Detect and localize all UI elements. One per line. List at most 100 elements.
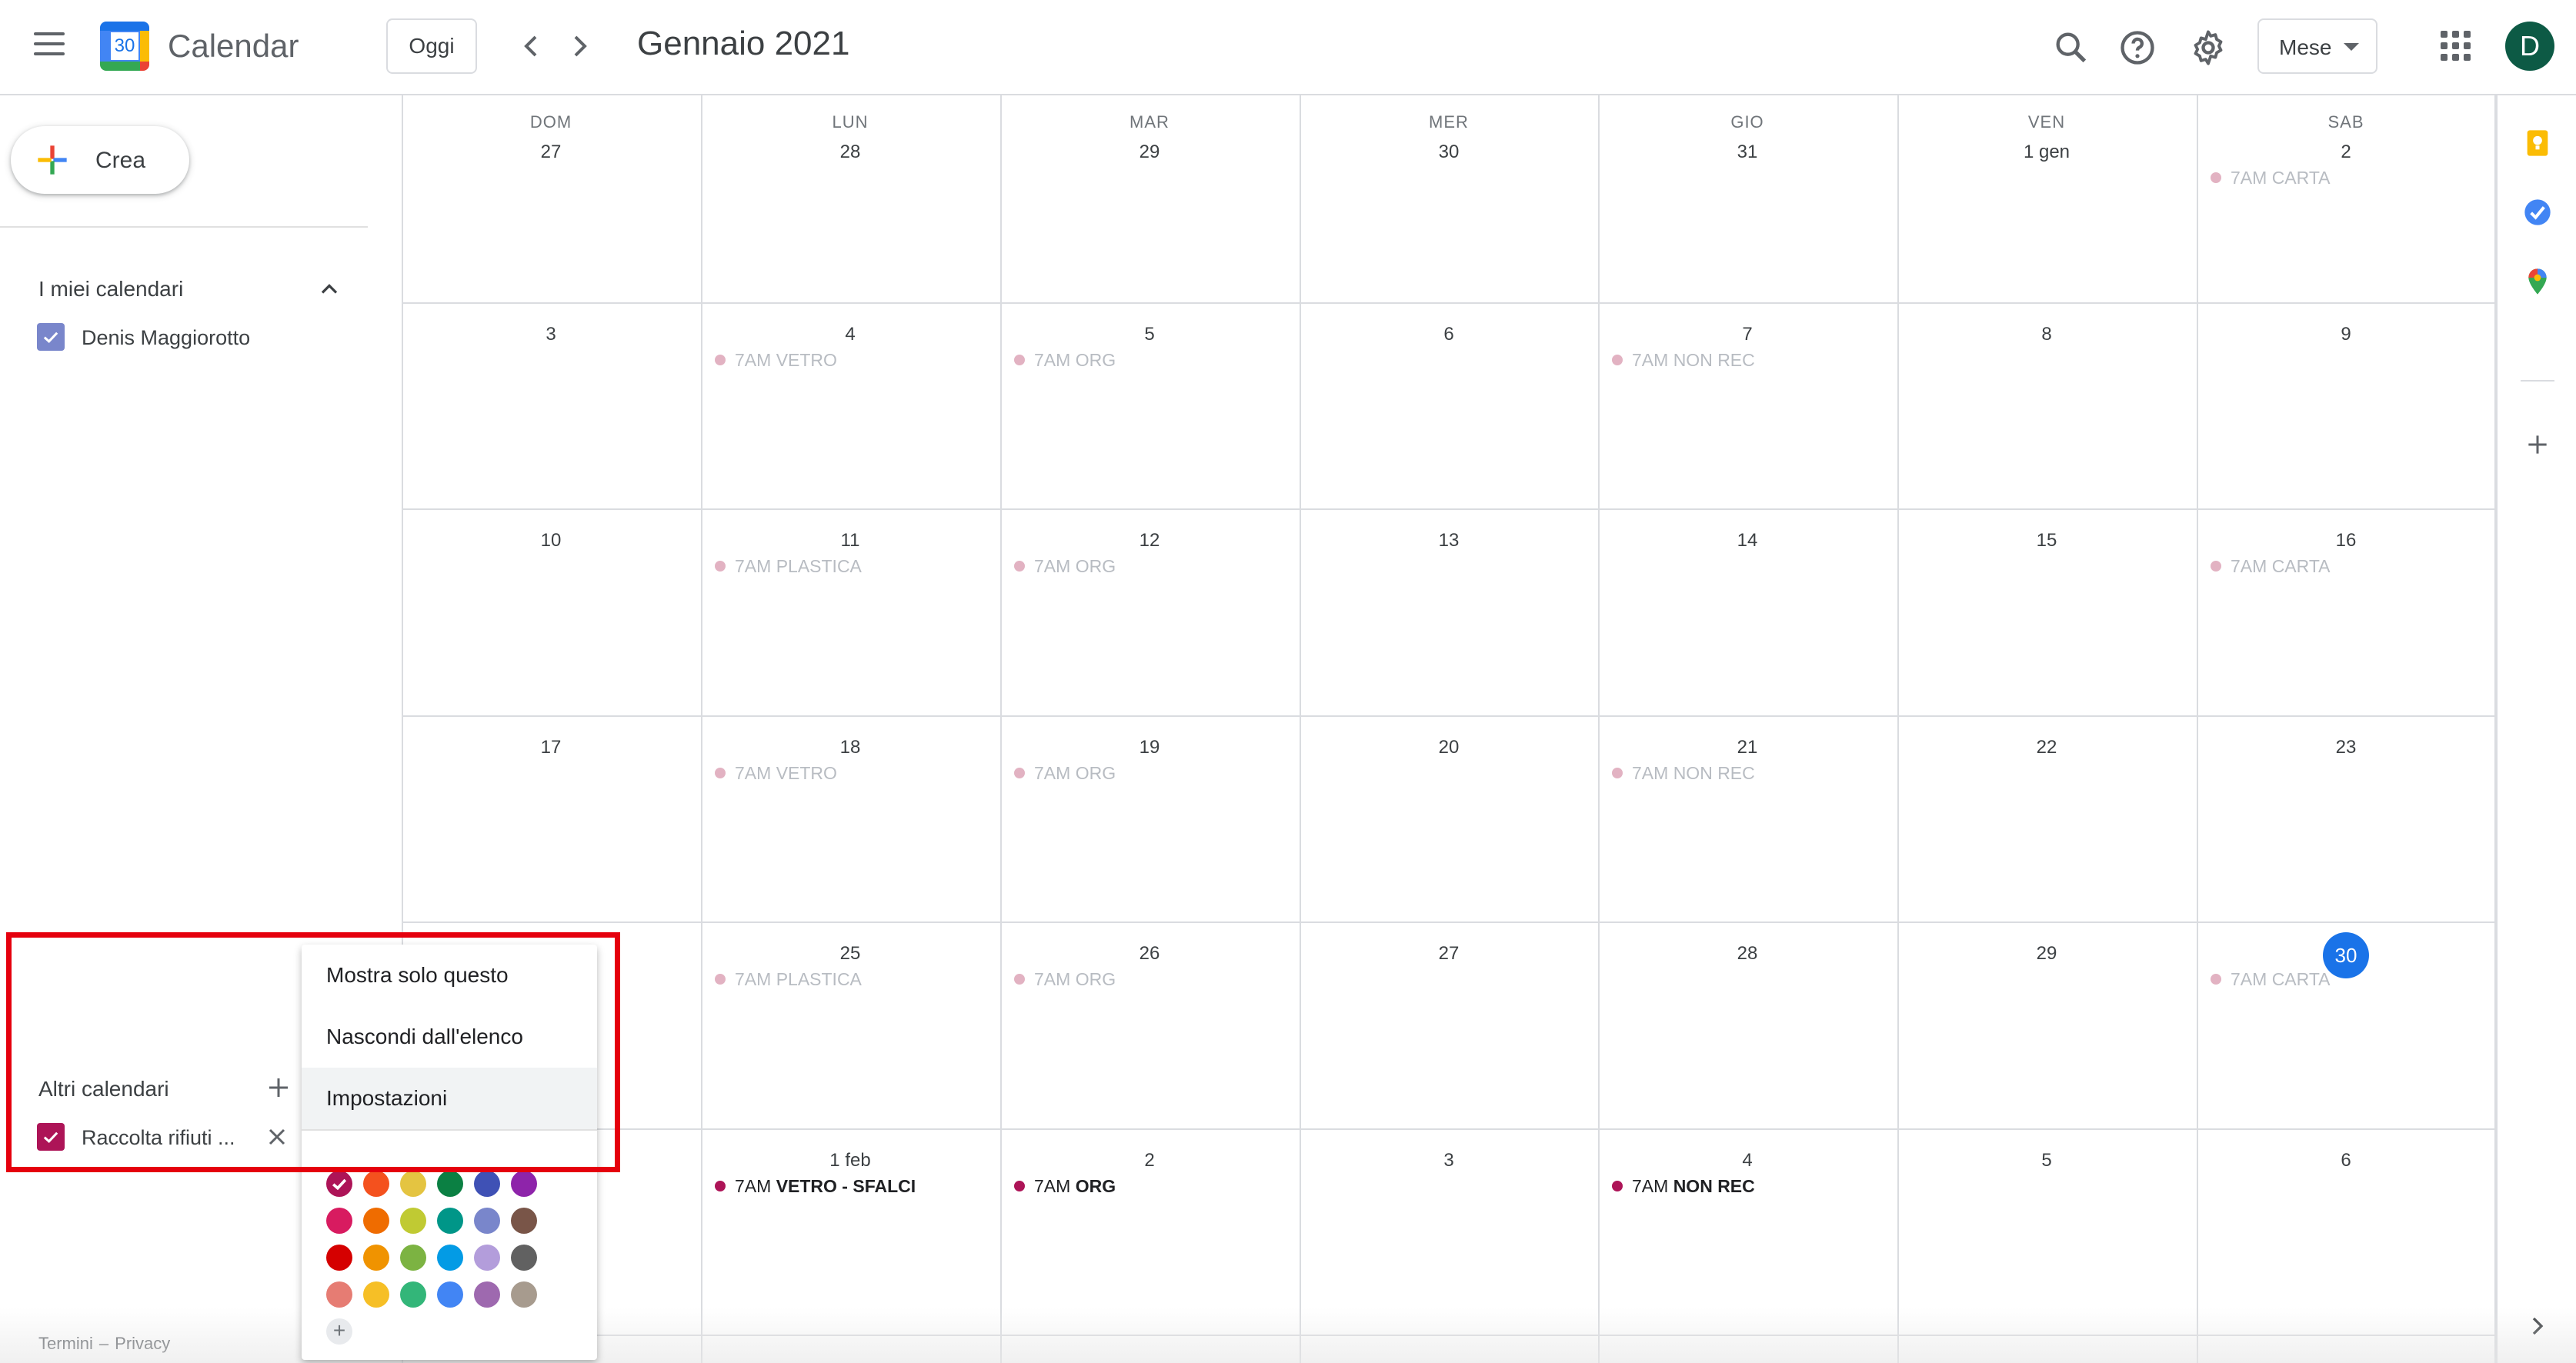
color-swatch[interactable] xyxy=(474,1281,500,1308)
event-chip[interactable]: 7AM VETRO xyxy=(715,763,837,789)
event-chip[interactable]: 7AM CARTA xyxy=(2211,969,2331,995)
color-swatch[interactable] xyxy=(511,1208,537,1234)
event-chip[interactable]: 7AM CARTA xyxy=(2211,168,2331,194)
help-icon[interactable] xyxy=(2117,28,2157,68)
color-swatch[interactable] xyxy=(363,1245,389,1271)
day-cell[interactable]: 5 xyxy=(1897,1128,2196,1335)
day-number[interactable]: 5 xyxy=(1000,324,1299,345)
add-addon-icon[interactable] xyxy=(2522,429,2553,460)
day-cell[interactable]: 25 7AM PLASTICA xyxy=(701,921,999,1128)
day-number[interactable]: 13 xyxy=(1300,530,1598,552)
color-swatch[interactable] xyxy=(437,1171,463,1197)
day-number[interactable]: 25 xyxy=(701,943,999,965)
color-swatch[interactable] xyxy=(326,1281,352,1308)
color-swatch[interactable] xyxy=(437,1245,463,1271)
color-swatch[interactable] xyxy=(326,1171,352,1197)
color-swatch[interactable] xyxy=(363,1281,389,1308)
day-cell[interactable]: 27 xyxy=(1300,921,1598,1128)
day-cell[interactable]: 21 7AM NON REC xyxy=(1598,715,1897,921)
day-cell[interactable]: 23 xyxy=(2197,715,2495,921)
day-number[interactable]: 27 xyxy=(1300,943,1598,965)
day-cell[interactable]: 15 xyxy=(1897,508,2196,715)
color-swatch[interactable] xyxy=(511,1281,537,1308)
day-number[interactable]: 14 xyxy=(1598,530,1897,552)
day-cell[interactable]: 5 7AM ORG xyxy=(1000,302,1299,508)
day-cell[interactable]: 19 7AM ORG xyxy=(1000,715,1299,921)
day-number[interactable]: 4 xyxy=(701,324,999,345)
color-swatch[interactable] xyxy=(474,1245,500,1271)
day-cell[interactable]: 16 7AM CARTA xyxy=(2197,508,2495,715)
day-number[interactable]: 16 xyxy=(2197,530,2495,552)
event-chip[interactable]: 7AM ORG xyxy=(1014,350,1116,376)
day-cell[interactable]: 29 xyxy=(1897,921,2196,1128)
today-button[interactable]: Oggi xyxy=(386,18,477,74)
day-number[interactable]: 10 xyxy=(402,530,700,552)
day-number[interactable]: 29 xyxy=(1000,142,1299,163)
event-chip[interactable]: 7AM NON REC xyxy=(1612,350,1755,376)
color-swatch[interactable] xyxy=(511,1245,537,1271)
day-number[interactable]: 2 xyxy=(1000,1150,1299,1171)
day-number[interactable]: 1 gen xyxy=(1897,142,2196,163)
day-cell[interactable]: VEN 1 gen xyxy=(1897,95,2196,302)
color-swatch[interactable] xyxy=(400,1171,426,1197)
day-cell[interactable]: 28 xyxy=(1598,921,1897,1128)
view-selector[interactable]: Mese xyxy=(2257,18,2377,74)
day-number[interactable]: 5 xyxy=(1897,1150,2196,1171)
color-swatch[interactable] xyxy=(474,1208,500,1234)
day-cell[interactable]: 7 7AM NON REC xyxy=(1598,302,1897,508)
maps-icon[interactable] xyxy=(2522,266,2553,297)
app-title[interactable]: Calendar xyxy=(168,28,299,65)
event-chip[interactable]: 7AM ORG xyxy=(1014,969,1116,995)
event-chip[interactable]: 7AM VETRO - SFALCI xyxy=(715,1176,916,1202)
search-icon[interactable] xyxy=(2051,28,2091,68)
day-number[interactable]: 29 xyxy=(1897,943,2196,965)
day-cell[interactable]: GIO 31 xyxy=(1598,95,1897,302)
color-swatch[interactable] xyxy=(363,1171,389,1197)
day-number[interactable]: 11 xyxy=(701,530,999,552)
account-avatar[interactable]: D xyxy=(2505,22,2554,71)
day-number[interactable]: 30 xyxy=(1300,142,1598,163)
privacy-link[interactable]: Privacy xyxy=(115,1334,170,1353)
day-cell[interactable]: 6 xyxy=(2197,1128,2495,1335)
day-number[interactable]: 18 xyxy=(701,737,999,758)
day-cell[interactable]: 9 xyxy=(2197,302,2495,508)
day-cell[interactable]: 22 xyxy=(1897,715,2196,921)
day-number[interactable]: 1 feb xyxy=(701,1150,999,1171)
day-cell[interactable]: MAR 29 xyxy=(1000,95,1299,302)
chevron-up-icon[interactable] xyxy=(315,275,343,303)
day-cell[interactable]: 26 7AM ORG xyxy=(1000,921,1299,1128)
day-number[interactable]: 28 xyxy=(701,142,999,163)
keep-icon[interactable] xyxy=(2522,128,2553,158)
day-number[interactable]: 19 xyxy=(1000,737,1299,758)
day-cell[interactable]: 3 xyxy=(1300,1128,1598,1335)
my-calendars-title[interactable]: I miei calendari xyxy=(38,277,183,302)
event-chip[interactable]: 7AM PLASTICA xyxy=(715,556,862,582)
day-number[interactable]: 20 xyxy=(1300,737,1598,758)
color-swatch[interactable] xyxy=(326,1245,352,1271)
event-chip[interactable]: 7AM ORG xyxy=(1014,556,1116,582)
day-cell[interactable]: 20 xyxy=(1300,715,1598,921)
event-chip[interactable]: 7AM NON REC xyxy=(1612,763,1755,789)
event-chip[interactable]: 7AM CARTA xyxy=(2211,556,2331,582)
day-cell[interactable]: 1 feb 7AM VETRO - SFALCI xyxy=(701,1128,999,1335)
day-cell[interactable]: 30 7AM CARTA xyxy=(2197,921,2495,1128)
day-cell[interactable]: 2 7AM ORG xyxy=(1000,1128,1299,1335)
day-number[interactable]: 6 xyxy=(2197,1150,2495,1171)
day-cell[interactable]: 6 xyxy=(1300,302,1598,508)
day-number[interactable]: 27 xyxy=(402,142,700,163)
day-number[interactable]: 3 xyxy=(1300,1150,1598,1171)
day-number[interactable]: 7 xyxy=(1598,324,1897,345)
color-swatch[interactable] xyxy=(400,1245,426,1271)
day-cell[interactable]: 3 xyxy=(402,302,700,508)
create-button[interactable]: Crea xyxy=(11,126,189,194)
day-number[interactable]: 4 xyxy=(1598,1150,1897,1171)
expand-panel-icon[interactable] xyxy=(2522,1311,2553,1341)
day-number[interactable]: 21 xyxy=(1598,737,1897,758)
day-number[interactable]: 12 xyxy=(1000,530,1299,552)
day-cell[interactable]: 13 xyxy=(1300,508,1598,715)
color-swatch[interactable] xyxy=(363,1208,389,1234)
event-chip[interactable]: 7AM ORG xyxy=(1014,1176,1116,1202)
event-chip[interactable]: 7AM VETRO xyxy=(715,350,837,376)
day-number[interactable]: 6 xyxy=(1300,324,1598,345)
day-cell[interactable]: 17 xyxy=(402,715,700,921)
